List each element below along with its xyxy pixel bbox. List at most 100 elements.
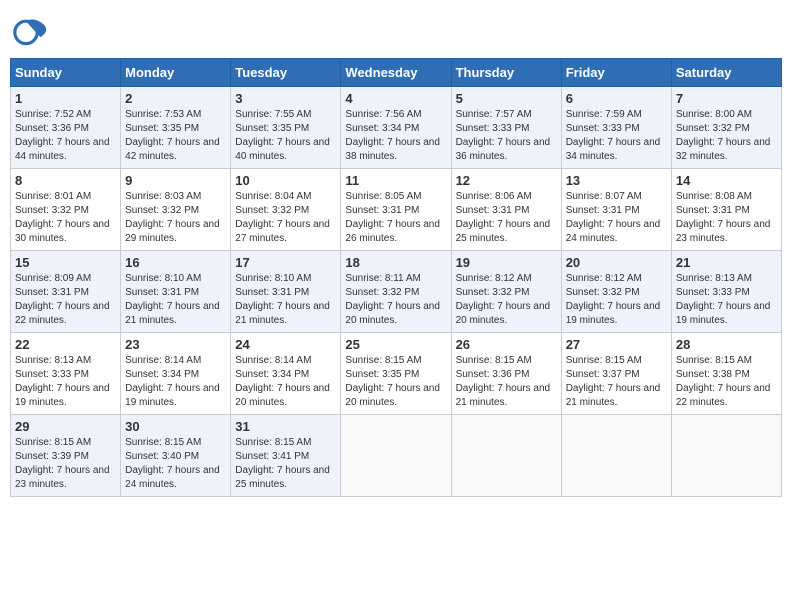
calendar-cell: 24Sunrise: 8:14 AMSunset: 3:34 PMDayligh…	[231, 333, 341, 415]
day-number: 8	[15, 173, 116, 188]
calendar-cell: 3Sunrise: 7:55 AMSunset: 3:35 PMDaylight…	[231, 87, 341, 169]
weekday-header-tuesday: Tuesday	[231, 59, 341, 87]
weekday-header-saturday: Saturday	[671, 59, 781, 87]
calendar-cell: 14 Sunrise: 8:08 AMSunset: 3:31 PMDayligh…	[671, 169, 781, 251]
day-number: 25	[345, 337, 446, 352]
day-info: Sunrise: 8:09 AMSunset: 3:31 PMDaylight:…	[15, 272, 116, 328]
calendar-week-row: 15Sunrise: 8:09 AMSunset: 3:31 PMDayligh…	[11, 251, 782, 333]
calendar-cell: 17 Sunrise: 8:10 AMSunset: 3:31 PMDayligh…	[231, 251, 341, 333]
calendar-cell: 12 Sunrise: 8:06 AMSunset: 3:31 PMDayligh…	[451, 169, 561, 251]
page-header	[10, 10, 782, 50]
day-number: 17	[235, 255, 336, 270]
day-number: 31	[235, 419, 336, 434]
day-info: Sunrise: 8:11 AMSunset: 3:32 PMDaylight:…	[345, 272, 446, 328]
weekday-header-thursday: Thursday	[451, 59, 561, 87]
day-info: Sunrise: 7:55 AMSunset: 3:35 PMDaylight:…	[235, 108, 336, 164]
day-number: 11	[345, 173, 446, 188]
calendar-cell	[671, 415, 781, 497]
day-info: Sunrise: 8:15 AMSunset: 3:36 PMDaylight:…	[456, 354, 557, 410]
calendar-cell: 7Sunrise: 8:00 AMSunset: 3:32 PMDaylight…	[671, 87, 781, 169]
weekday-header-monday: Monday	[121, 59, 231, 87]
logo	[10, 10, 54, 50]
day-number: 13	[566, 173, 667, 188]
calendar-cell: 29Sunrise: 8:15 AMSunset: 3:39 PMDayligh…	[11, 415, 121, 497]
calendar-cell: 20 Sunrise: 8:12 AMSunset: 3:32 PMDayligh…	[561, 251, 671, 333]
calendar-cell: 9 Sunrise: 8:03 AMSunset: 3:32 PMDaylight…	[121, 169, 231, 251]
day-info: Sunrise: 8:04 AMSunset: 3:32 PMDaylight:…	[235, 190, 336, 246]
day-info: Sunrise: 8:10 AMSunset: 3:31 PMDaylight:…	[235, 272, 336, 328]
day-number: 5	[456, 91, 557, 106]
day-number: 18	[345, 255, 446, 270]
day-number: 14	[676, 173, 777, 188]
calendar-cell: 1 Sunrise: 7:52 AMSunset: 3:36 PMDaylight…	[11, 87, 121, 169]
day-info: Sunrise: 8:03 AMSunset: 3:32 PMDaylight:…	[125, 190, 226, 246]
day-info: Sunrise: 8:12 AMSunset: 3:32 PMDaylight:…	[566, 272, 667, 328]
day-info: Sunrise: 8:15 AMSunset: 3:40 PMDaylight:…	[125, 436, 226, 492]
day-number: 27	[566, 337, 667, 352]
day-info: Sunrise: 8:15 AMSunset: 3:35 PMDaylight:…	[345, 354, 446, 410]
weekday-header-sunday: Sunday	[11, 59, 121, 87]
day-number: 9	[125, 173, 226, 188]
weekday-header-friday: Friday	[561, 59, 671, 87]
day-number: 29	[15, 419, 116, 434]
calendar-cell: 13 Sunrise: 8:07 AMSunset: 3:31 PMDayligh…	[561, 169, 671, 251]
calendar-cell: 15Sunrise: 8:09 AMSunset: 3:31 PMDayligh…	[11, 251, 121, 333]
day-number: 22	[15, 337, 116, 352]
calendar-cell: 23 Sunrise: 8:14 AMSunset: 3:34 PMDayligh…	[121, 333, 231, 415]
day-number: 1	[15, 91, 116, 106]
calendar-cell: 27 Sunrise: 8:15 AMSunset: 3:37 PMDayligh…	[561, 333, 671, 415]
day-number: 20	[566, 255, 667, 270]
calendar-week-row: 22Sunrise: 8:13 AMSunset: 3:33 PMDayligh…	[11, 333, 782, 415]
calendar-cell: 22Sunrise: 8:13 AMSunset: 3:33 PMDayligh…	[11, 333, 121, 415]
day-info: Sunrise: 7:56 AMSunset: 3:34 PMDaylight:…	[345, 108, 446, 164]
day-info: Sunrise: 8:01 AMSunset: 3:32 PMDaylight:…	[15, 190, 116, 246]
day-info: Sunrise: 8:15 AMSunset: 3:38 PMDaylight:…	[676, 354, 777, 410]
day-number: 16	[125, 255, 226, 270]
calendar-cell	[341, 415, 451, 497]
day-info: Sunrise: 7:59 AMSunset: 3:33 PMDaylight:…	[566, 108, 667, 164]
calendar-cell	[561, 415, 671, 497]
calendar-cell: 16 Sunrise: 8:10 AMSunset: 3:31 PMDayligh…	[121, 251, 231, 333]
day-info: Sunrise: 7:53 AMSunset: 3:35 PMDaylight:…	[125, 108, 226, 164]
logo-icon	[10, 10, 50, 50]
day-info: Sunrise: 7:52 AMSunset: 3:36 PMDaylight:…	[15, 108, 116, 164]
day-info: Sunrise: 8:15 AMSunset: 3:37 PMDaylight:…	[566, 354, 667, 410]
day-number: 23	[125, 337, 226, 352]
calendar-cell	[451, 415, 561, 497]
calendar-cell: 11Sunrise: 8:05 AMSunset: 3:31 PMDayligh…	[341, 169, 451, 251]
calendar-cell: 2Sunrise: 7:53 AMSunset: 3:35 PMDaylight…	[121, 87, 231, 169]
day-info: Sunrise: 8:14 AMSunset: 3:34 PMDaylight:…	[125, 354, 226, 410]
calendar-table: SundayMondayTuesdayWednesdayThursdayFrid…	[10, 58, 782, 497]
calendar-cell: 5 Sunrise: 7:57 AMSunset: 3:33 PMDaylight…	[451, 87, 561, 169]
calendar-cell: 10 Sunrise: 8:04 AMSunset: 3:32 PMDayligh…	[231, 169, 341, 251]
weekday-header-wednesday: Wednesday	[341, 59, 451, 87]
day-number: 21	[676, 255, 777, 270]
day-info: Sunrise: 8:15 AMSunset: 3:41 PMDaylight:…	[235, 436, 336, 492]
day-info: Sunrise: 8:06 AMSunset: 3:31 PMDaylight:…	[456, 190, 557, 246]
day-number: 6	[566, 91, 667, 106]
day-info: Sunrise: 8:12 AMSunset: 3:32 PMDaylight:…	[456, 272, 557, 328]
calendar-week-row: 29Sunrise: 8:15 AMSunset: 3:39 PMDayligh…	[11, 415, 782, 497]
day-info: Sunrise: 8:10 AMSunset: 3:31 PMDaylight:…	[125, 272, 226, 328]
calendar-cell: 26 Sunrise: 8:15 AMSunset: 3:36 PMDayligh…	[451, 333, 561, 415]
day-info: Sunrise: 8:00 AMSunset: 3:32 PMDaylight:…	[676, 108, 777, 164]
day-number: 4	[345, 91, 446, 106]
day-info: Sunrise: 8:08 AMSunset: 3:31 PMDaylight:…	[676, 190, 777, 246]
calendar-header-row: SundayMondayTuesdayWednesdayThursdayFrid…	[11, 59, 782, 87]
calendar-cell: 19Sunrise: 8:12 AMSunset: 3:32 PMDayligh…	[451, 251, 561, 333]
day-info: Sunrise: 7:57 AMSunset: 3:33 PMDaylight:…	[456, 108, 557, 164]
calendar-cell: 18 Sunrise: 8:11 AMSunset: 3:32 PMDayligh…	[341, 251, 451, 333]
day-info: Sunrise: 8:13 AMSunset: 3:33 PMDaylight:…	[676, 272, 777, 328]
day-number: 30	[125, 419, 226, 434]
calendar-cell: 6 Sunrise: 7:59 AMSunset: 3:33 PMDaylight…	[561, 87, 671, 169]
day-info: Sunrise: 8:07 AMSunset: 3:31 PMDaylight:…	[566, 190, 667, 246]
day-number: 28	[676, 337, 777, 352]
calendar-cell: 31 Sunrise: 8:15 AMSunset: 3:41 PMDayligh…	[231, 415, 341, 497]
day-number: 12	[456, 173, 557, 188]
calendar-cell: 4 Sunrise: 7:56 AMSunset: 3:34 PMDaylight…	[341, 87, 451, 169]
day-number: 24	[235, 337, 336, 352]
calendar-week-row: 8 Sunrise: 8:01 AMSunset: 3:32 PMDaylight…	[11, 169, 782, 251]
calendar-week-row: 1 Sunrise: 7:52 AMSunset: 3:36 PMDaylight…	[11, 87, 782, 169]
day-number: 10	[235, 173, 336, 188]
day-number: 26	[456, 337, 557, 352]
